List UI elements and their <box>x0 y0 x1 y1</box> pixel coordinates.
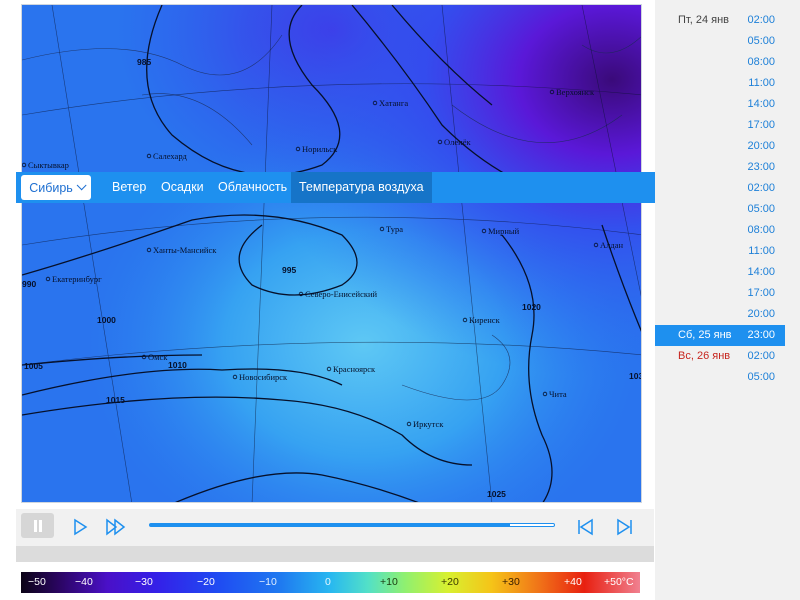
legend-label: +30 <box>502 576 520 588</box>
legend-label: −10 <box>259 576 277 588</box>
city-label: Оленёк <box>444 137 471 147</box>
legend-label: +10 <box>380 576 398 588</box>
progress-fill <box>150 524 510 526</box>
legend-label: 0 <box>325 576 331 588</box>
city-label: Ханты-Мансийск <box>153 245 217 255</box>
timeline-item[interactable]: 17:00 <box>655 283 785 304</box>
city-label: Чита <box>549 389 567 399</box>
timeline-item[interactable]: 08:00 <box>655 52 785 73</box>
legend-label: +40 <box>564 576 582 588</box>
isobar-label: 1025 <box>487 489 506 499</box>
timeline-item[interactable]: 20:00 <box>655 304 785 325</box>
timeline-item[interactable]: 14:00 <box>655 262 785 283</box>
city-label: Новосибирск <box>239 372 288 382</box>
legend-label: +50°C <box>604 576 634 588</box>
isobar-label: 1000 <box>97 315 116 325</box>
legend-label: −20 <box>197 576 215 588</box>
timeline-item[interactable]: 11:00 <box>655 73 785 94</box>
city-label: Красноярск <box>333 364 376 374</box>
timeline-item[interactable]: Вс, 26 янв 02:00 <box>655 346 785 367</box>
timeline-item-selected[interactable]: Сб, 25 янв 23:00 <box>655 325 785 346</box>
timeline-item[interactable]: 17:00 <box>655 115 785 136</box>
timeline-item[interactable]: 14:00 <box>655 94 785 115</box>
city-label: Киренск <box>469 315 501 325</box>
isobar-label: 1015 <box>106 395 125 405</box>
timeline-item[interactable]: 02:00 <box>655 178 785 199</box>
legend-gradient: −50 −40 −30 −20 −10 0 +10 +20 +30 +40 +5… <box>21 572 640 593</box>
city-label: Сыктывкар <box>28 160 69 170</box>
city-label: Омск <box>148 352 168 362</box>
city-label: Салехард <box>153 151 187 161</box>
city-label: Тура <box>386 224 403 234</box>
timeline-item[interactable]: Пт, 24 янв 02:00 <box>655 10 785 31</box>
isobar-label: 1030 <box>629 371 642 381</box>
animation-player <box>16 509 654 546</box>
chevron-down-icon <box>76 180 87 191</box>
city-label: Хатанга <box>379 98 408 108</box>
city-label: Мирный <box>488 226 520 236</box>
skip-to-end-icon[interactable] <box>613 515 637 539</box>
legend-label: +20 <box>441 576 459 588</box>
legend-label: −40 <box>75 576 93 588</box>
city-label: Верхоянск <box>556 87 595 97</box>
isobar-label: 1005 <box>24 361 43 371</box>
timeline-item[interactable]: 05:00 <box>655 367 785 388</box>
legend-label: −50 <box>28 576 46 588</box>
city-label: Норильск <box>302 144 338 154</box>
timeline-sidebar: Пт, 24 янв 02:00 05:00 08:00 11:00 14:00 … <box>655 0 800 600</box>
isobar-label: 1020 <box>522 302 541 312</box>
timeline-item[interactable]: 11:00 <box>655 241 785 262</box>
timeline-item[interactable]: 20:00 <box>655 136 785 157</box>
isobar-label: 1010 <box>168 360 187 370</box>
pause-button[interactable] <box>21 513 54 538</box>
isobar-label: 985 <box>137 57 151 67</box>
progress-bar[interactable] <box>149 523 555 527</box>
tab-air-temperature[interactable]: Температура воздуха <box>291 172 432 203</box>
timeline-item[interactable]: 05:00 <box>655 31 785 52</box>
city-label: Алдан <box>600 240 623 250</box>
separator <box>16 546 654 562</box>
city-label: Северо-Енисейский <box>305 289 378 299</box>
weather-map[interactable]: Сыктывкар Салехард Норильск Хатанга Оленёк Ве… <box>21 4 642 503</box>
timeline-item[interactable]: 08:00 <box>655 220 785 241</box>
city-label: Екатеринбург <box>52 274 102 284</box>
timeline-item[interactable]: 05:00 <box>655 199 785 220</box>
region-selector[interactable]: Сибирь <box>21 175 91 200</box>
timeline-item[interactable]: 23:00 <box>655 157 785 178</box>
fast-forward-icon[interactable] <box>104 515 128 539</box>
temperature-legend: −50 −40 −30 −20 −10 0 +10 +20 +30 +40 +5… <box>16 562 654 600</box>
region-label: Сибирь <box>29 180 73 195</box>
isobar-label: 990 <box>22 279 36 289</box>
tab-wind[interactable]: Ветер <box>112 172 146 203</box>
isobar-label: 995 <box>282 265 296 275</box>
play-icon[interactable] <box>68 515 92 539</box>
tab-precipitation[interactable]: Осадки <box>161 172 204 203</box>
skip-to-start-icon[interactable] <box>573 515 597 539</box>
tab-cloudiness[interactable]: Облачность <box>218 172 287 203</box>
city-label: Иркутск <box>413 419 444 429</box>
legend-label: −30 <box>135 576 153 588</box>
